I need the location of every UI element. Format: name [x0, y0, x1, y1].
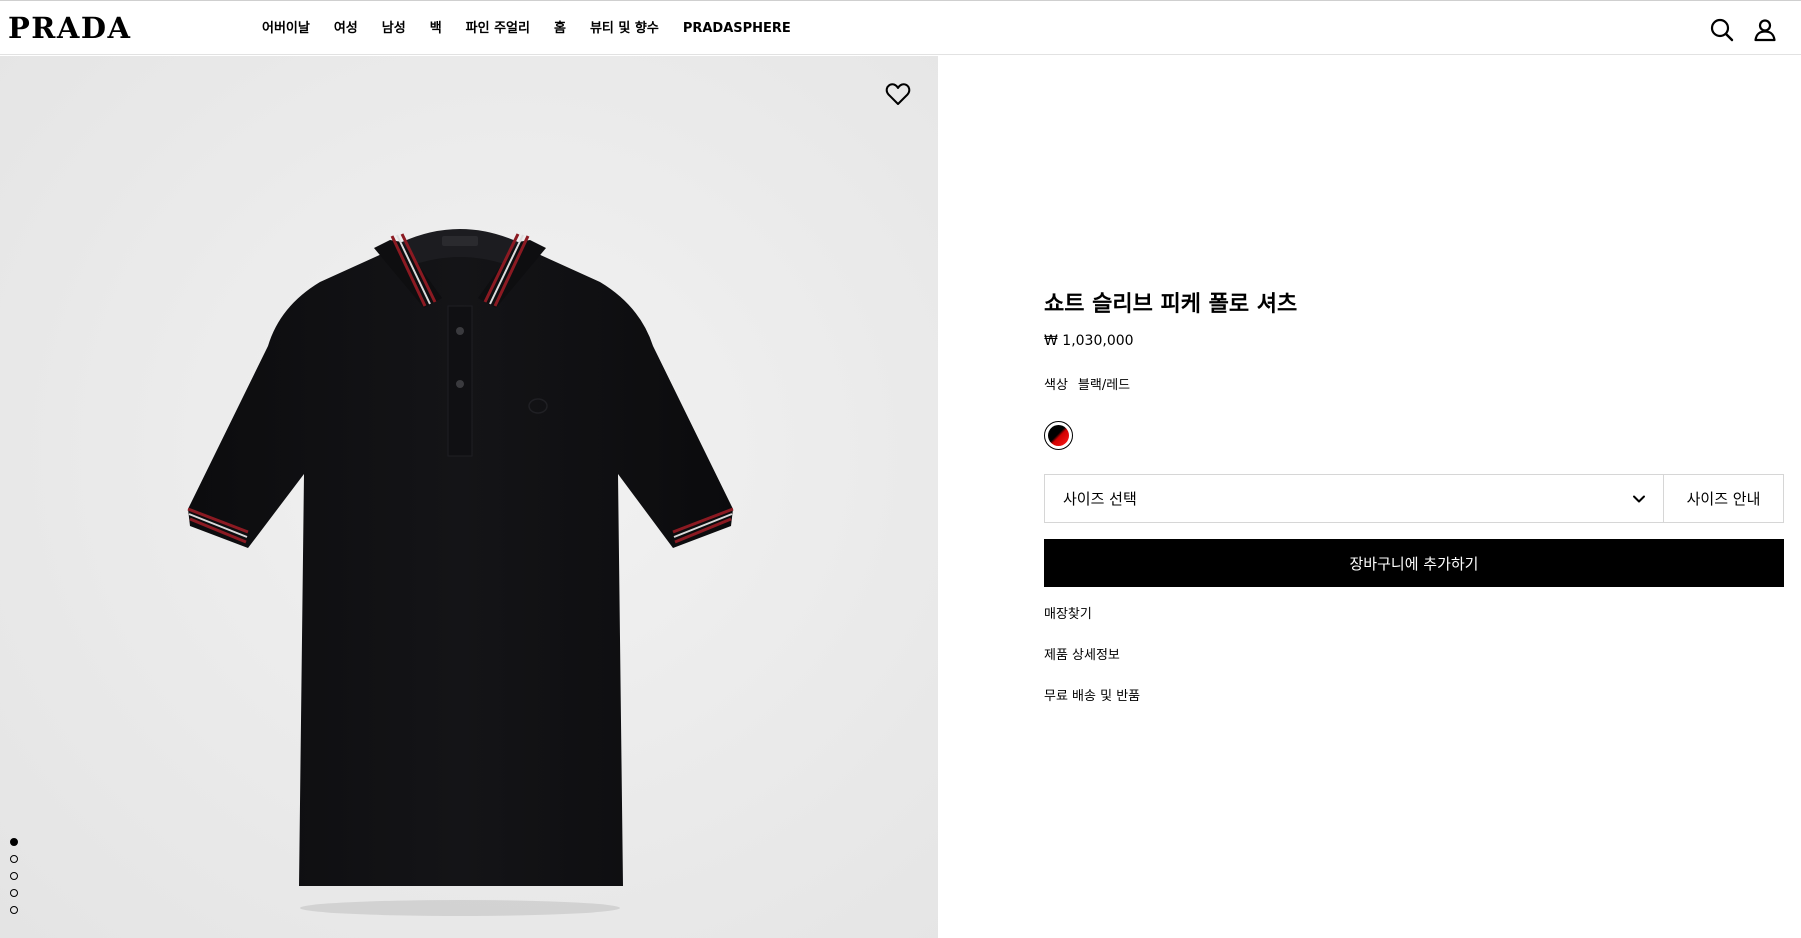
gallery-dot-5[interactable]: [10, 906, 18, 914]
chevron-down-icon: [1633, 495, 1645, 502]
size-row: 사이즈 선택 사이즈 안내: [1044, 474, 1784, 523]
swatch-fill: [1048, 425, 1069, 446]
nav-item-parents-day[interactable]: 어버이날: [262, 19, 310, 39]
search-icon[interactable]: [1709, 17, 1735, 43]
account-icon[interactable]: [1752, 17, 1778, 43]
size-select-dropdown[interactable]: 사이즈 선택: [1045, 475, 1664, 522]
nav-item-pradasphere[interactable]: PRADASPHERE: [683, 19, 791, 39]
nav-item-bags[interactable]: 백: [430, 19, 442, 39]
product-price: ₩ 1,030,000: [1044, 333, 1134, 349]
gallery-pagination: [10, 838, 18, 914]
heart-icon[interactable]: [884, 80, 912, 108]
gallery-dot-1[interactable]: [10, 838, 18, 846]
nav-item-fine-jewelry[interactable]: 파인 주얼리: [466, 19, 530, 39]
color-value: 블랙/레드: [1077, 378, 1131, 393]
size-guide-button[interactable]: 사이즈 안내: [1664, 475, 1783, 522]
gallery-dot-3[interactable]: [10, 872, 18, 880]
prada-logo[interactable]: PRADA: [8, 13, 132, 43]
add-to-cart-button[interactable]: 장바구니에 추가하기: [1044, 539, 1784, 587]
color-label: 색상: [1044, 378, 1068, 393]
shipping-returns-link[interactable]: 무료 배송 및 반품: [1044, 688, 1140, 706]
gallery-dot-2[interactable]: [10, 855, 18, 863]
product-title: 쇼트 슬리브 피케 폴로 셔츠: [1044, 292, 1298, 317]
color-swatch-black-red[interactable]: [1044, 421, 1073, 450]
nav-item-women[interactable]: 여성: [334, 19, 358, 39]
product-image-polo-shirt[interactable]: [180, 156, 750, 926]
product-links: 매장찾기 제품 상세정보 무료 배송 및 반품: [1044, 606, 1784, 706]
product-gallery[interactable]: [0, 56, 938, 938]
nav-item-home[interactable]: 홈: [554, 19, 566, 39]
site-header: PRADA 어버이날 여성 남성 백 파인 주얼리 홈 뷰티 및 향수 PRAD…: [0, 1, 1801, 55]
main-nav: 어버이날 여성 남성 백 파인 주얼리 홈 뷰티 및 향수 PRADASPHER…: [262, 19, 791, 39]
product-details-link[interactable]: 제품 상세정보: [1044, 647, 1120, 665]
gallery-dot-4[interactable]: [10, 889, 18, 897]
nav-item-men[interactable]: 남성: [382, 19, 406, 39]
find-store-link[interactable]: 매장찾기: [1044, 606, 1092, 624]
color-row: 색상 블랙/레드: [1044, 377, 1784, 395]
nav-item-beauty[interactable]: 뷰티 및 향수: [590, 19, 659, 39]
size-select-label: 사이즈 선택: [1063, 490, 1137, 508]
product-info: 쇼트 슬리브 피케 폴로 셔츠 ₩ 1,030,000 색상 블랙/레드 사이즈…: [1044, 290, 1784, 706]
